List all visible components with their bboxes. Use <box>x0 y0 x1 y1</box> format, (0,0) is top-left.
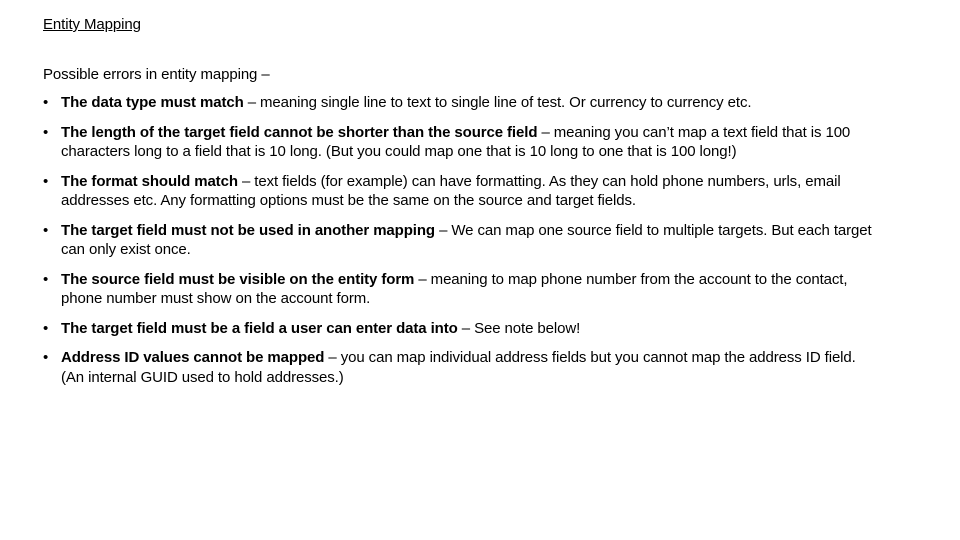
bullet-item: • Address ID values cannot be mapped – y… <box>43 348 873 387</box>
bullet-icon: • <box>43 94 49 111</box>
bullet-icon: • <box>43 270 49 288</box>
bullet-item: • The length of the target field cannot … <box>43 123 873 162</box>
bullet-icon: • <box>43 319 49 337</box>
bullet-icon: • <box>43 123 49 141</box>
bullet-item: • The source field must be visible on th… <box>43 270 873 309</box>
bullet-heading: The format should match <box>61 172 238 190</box>
bullet-item: • The target field must not be used in a… <box>43 221 873 260</box>
bullet-icon: • <box>43 349 49 366</box>
slide-title: Entity Mapping <box>43 16 141 33</box>
bullet-item: • The format should match – text fields … <box>43 172 873 211</box>
bullet-text: – meaning single line to text to single … <box>243 94 752 111</box>
bullet-item: • The target field must be a field a use… <box>43 319 873 339</box>
bullet-icon: • <box>43 221 49 239</box>
bullet-heading: The data type must match <box>61 94 244 111</box>
bullet-item: • The data type must match – meaning sin… <box>43 93 873 113</box>
bullet-icon: • <box>43 172 49 190</box>
bullet-list: • The data type must match – meaning sin… <box>43 93 873 397</box>
bullet-heading: The target field must be a field a user … <box>61 319 458 337</box>
bullet-heading: The length of the target field cannot be… <box>61 123 538 141</box>
bullet-heading: The source field must be visible on the … <box>61 270 415 288</box>
intro-text: Possible errors in entity mapping – <box>43 66 270 83</box>
slide: Entity Mapping Possible errors in entity… <box>0 0 960 540</box>
bullet-text: – See note below! <box>457 319 581 337</box>
bullet-heading: The target field must not be used in ano… <box>61 221 435 239</box>
bullet-heading: Address ID values cannot be mapped <box>61 349 325 366</box>
